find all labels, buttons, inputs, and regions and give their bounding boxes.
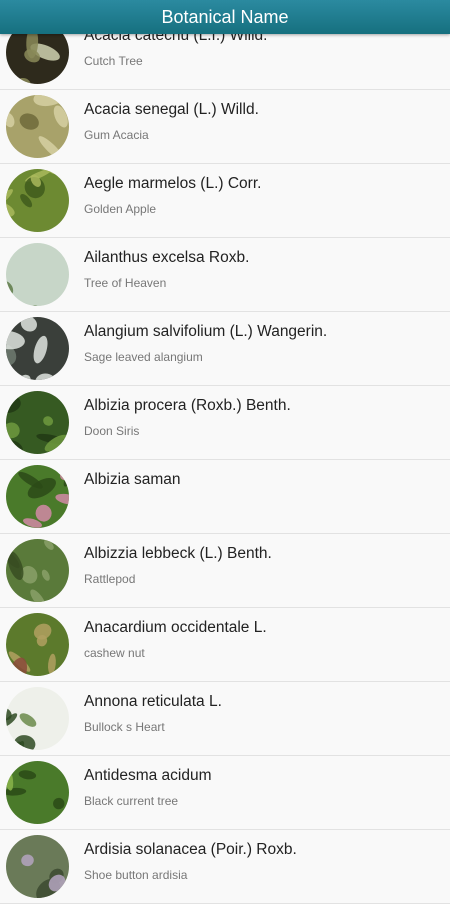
leaf-shape: [56, 741, 68, 750]
botanical-name: Albizia saman: [84, 471, 181, 489]
list-item[interactable]: Acacia senegal (L.) Willd. Gum Acacia: [0, 90, 450, 164]
botanical-name: Albizia procera (Roxb.) Benth.: [84, 397, 291, 415]
common-name: Golden Apple: [84, 202, 156, 216]
common-name: Rattlepod: [84, 572, 135, 586]
list-item[interactable]: Albizzia lebbeck (L.) Benth. Rattlepod: [0, 534, 450, 608]
plant-photo-icon: [6, 761, 69, 824]
plant-photo-icon: [6, 539, 69, 602]
botanical-name: Alangium salvifolium (L.) Wangerin.: [84, 323, 327, 341]
plant-thumbnail: [6, 317, 69, 380]
common-name: Doon Siris: [84, 424, 139, 438]
common-name: Bullock s Heart: [84, 720, 165, 734]
plant-photo-icon: [6, 391, 69, 454]
leaf-shape: [67, 317, 69, 328]
plant-list: Acacia catechu (L.f.) Willd.Cutch Tree A…: [0, 16, 450, 904]
plant-photo-icon: [6, 95, 69, 158]
plant-thumbnail: [6, 761, 69, 824]
plant-thumbnail: [6, 613, 69, 676]
list-item[interactable]: Aegle marmelos (L.) Corr. Golden Apple: [0, 164, 450, 238]
list-item[interactable]: Albizia procera (Roxb.) Benth. Doon Siris: [0, 386, 450, 460]
list-item[interactable]: Albizia saman: [0, 460, 450, 534]
common-name: Gum Acacia: [84, 128, 149, 142]
list-item[interactable]: Antidesma acidum Black current tree: [0, 756, 450, 830]
plant-thumbnail: [6, 95, 69, 158]
list-item[interactable]: Ardisia solanacea (Poir.) Roxb. Shoe butt…: [0, 830, 450, 904]
botanical-name: Albizzia lebbeck (L.) Benth.: [84, 545, 272, 563]
common-name: Tree of Heaven: [84, 276, 166, 290]
app-bar: Botanical Name: [0, 0, 450, 34]
botanical-name: Ardisia solanacea (Poir.) Roxb.: [84, 841, 297, 859]
plant-photo-icon: [6, 613, 69, 676]
app-bar-title: Botanical Name: [161, 7, 288, 28]
common-name: Sage leaved alangium: [84, 350, 203, 364]
common-name: cashew nut: [84, 646, 145, 660]
botanical-name: Antidesma acidum: [84, 767, 212, 785]
botanical-name: Ailanthus excelsa Roxb.: [84, 249, 249, 267]
plant-thumbnail: [6, 465, 69, 528]
botanical-name: Acacia senegal (L.) Willd.: [84, 101, 259, 119]
plant-thumbnail: [6, 391, 69, 454]
common-name: Black current tree: [84, 794, 178, 808]
plant-thumbnail: [6, 539, 69, 602]
plant-thumbnail: [6, 835, 69, 898]
plant-thumbnail: [6, 169, 69, 232]
list-item[interactable]: Anacardium occidentale L. cashew nut: [0, 608, 450, 682]
plant-photo-icon: [6, 687, 69, 750]
leaf-shape: [58, 815, 69, 824]
list-item[interactable]: Annona reticulata L. Bullock s Heart: [0, 682, 450, 756]
plant-thumbnail: [6, 687, 69, 750]
plant-photo-icon: [6, 835, 69, 898]
botanical-name: Annona reticulata L.: [84, 693, 222, 711]
plant-photo-icon: [6, 243, 69, 306]
plant-photo-icon: [6, 317, 69, 380]
list-item[interactable]: Ailanthus excelsa Roxb. Tree of Heaven: [0, 238, 450, 312]
common-name: Cutch Tree: [84, 54, 143, 68]
plant-thumbnail: [6, 243, 69, 306]
plant-photo-icon: [6, 169, 69, 232]
list-item[interactable]: Alangium salvifolium (L.) Wangerin. Sage …: [0, 312, 450, 386]
botanical-name: Anacardium occidentale L.: [84, 619, 267, 637]
plant-photo-icon: [6, 465, 69, 528]
botanical-name: Aegle marmelos (L.) Corr.: [84, 175, 261, 193]
common-name: Shoe button ardisia: [84, 868, 187, 882]
